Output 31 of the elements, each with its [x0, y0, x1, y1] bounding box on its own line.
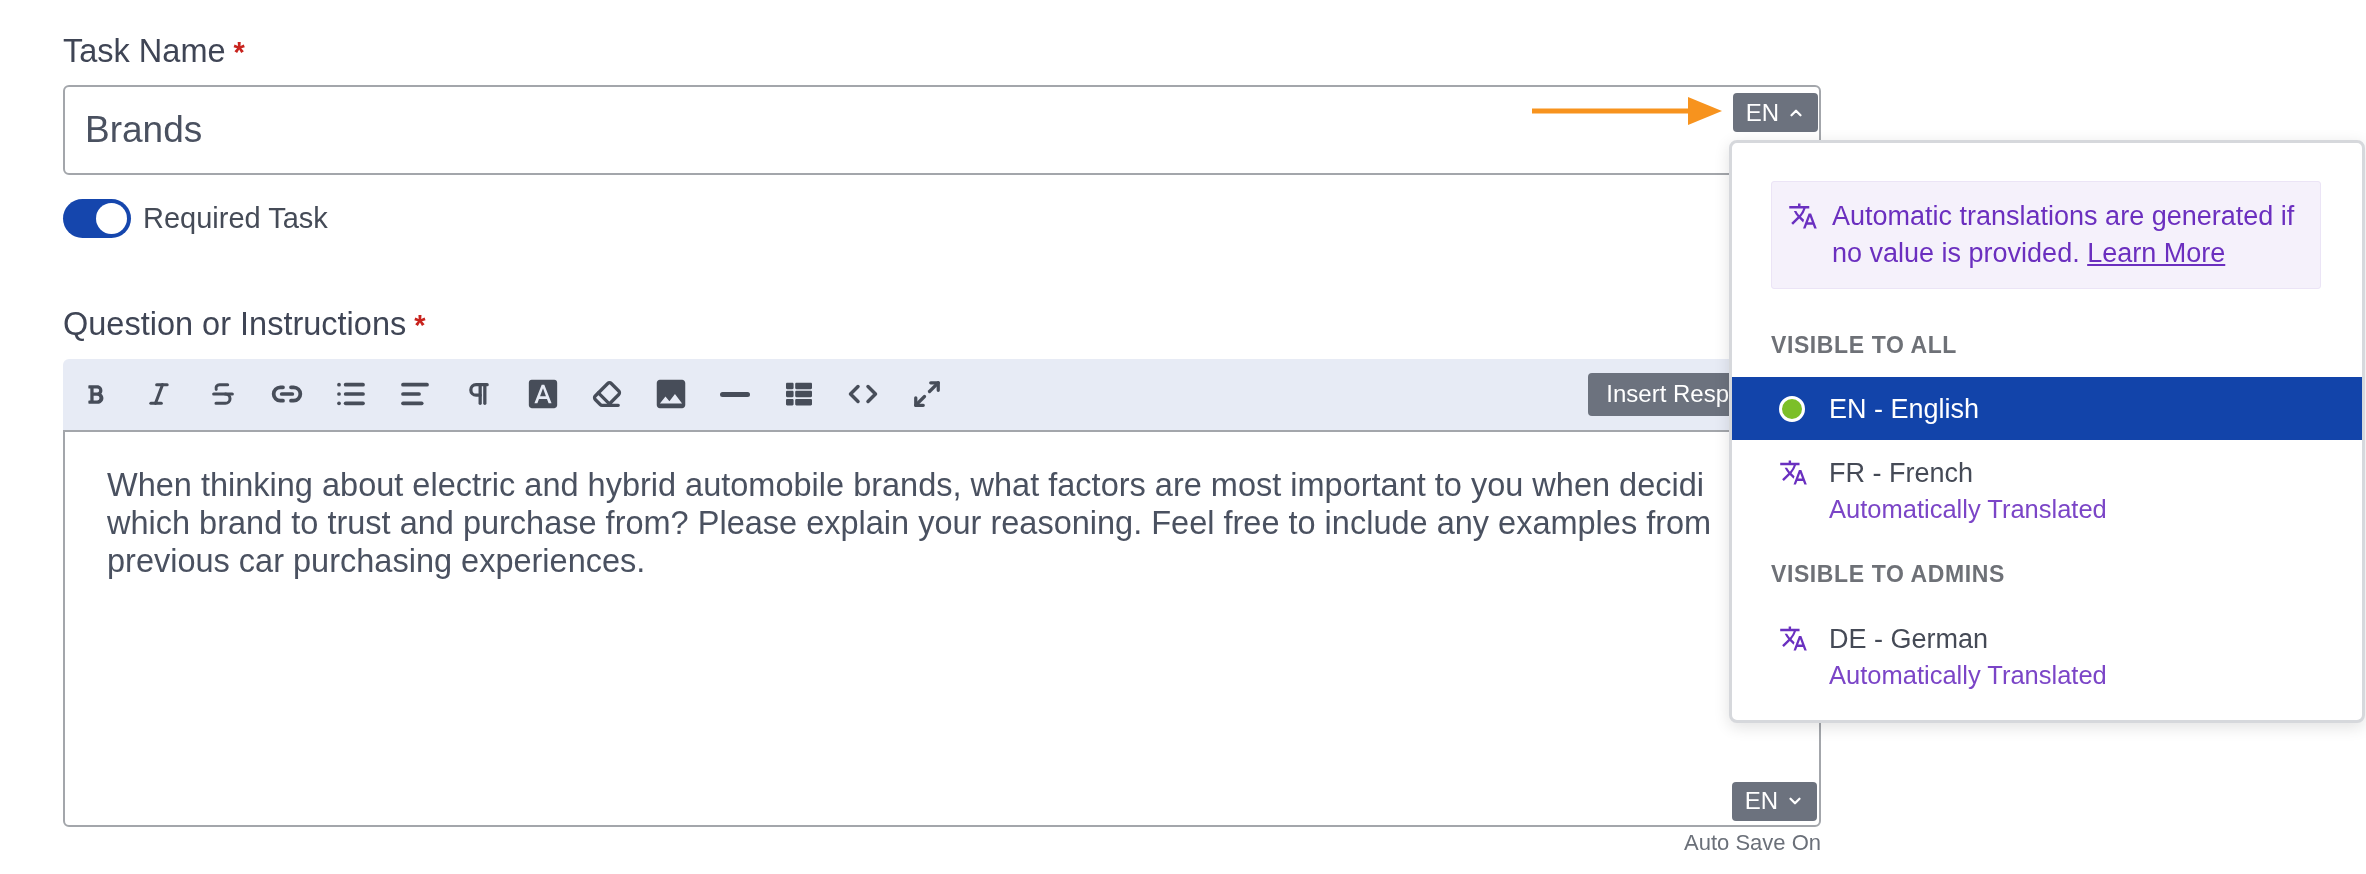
translation-status: Automatically Translated: [1829, 660, 2107, 691]
required-task-toggle[interactable]: [63, 199, 131, 239]
letter-a-tile-icon: [526, 377, 560, 411]
group-heading: VISIBLE TO ADMINS: [1770, 560, 2006, 588]
group-heading: VISIBLE TO ALL: [1770, 331, 1959, 359]
language-button[interactable]: EN: [1731, 781, 1817, 821]
language-button[interactable]: EN: [1732, 93, 1818, 132]
question-text: When thinking about electric and hybrid automobile brands, what factors are most important to you when decidi which brand to trust and purchase from? Please explain your reasoning. Feel free to include any examples from previous car purchasing experiences.: [107, 465, 1712, 580]
task-name-input[interactable]: Brands EN: [63, 85, 1821, 175]
language-name: DE - German: [1829, 623, 1990, 655]
eraser-icon: [592, 379, 622, 409]
required-asterisk: *: [414, 307, 426, 343]
translate-icon: [1779, 458, 1808, 487]
field-label: Question or Instructions: [63, 305, 407, 342]
required-asterisk: *: [233, 35, 245, 70]
auto-save-status: Auto Save On: [1684, 829, 1821, 856]
learn-more-link[interactable]: Learn More: [2087, 238, 2226, 268]
language-option[interactable]: EN - English: [1732, 377, 2362, 440]
language-option[interactable]: FR - French Automatically Translated: [1732, 440, 2362, 539]
translation-status: Automatically Translated: [1829, 494, 2107, 525]
notice-text: Automatic translations are generated if no value is provided. Learn More: [1832, 200, 2296, 270]
language-name: FR - French: [1829, 457, 1975, 489]
toggle-label: Required Task: [143, 201, 328, 236]
expand-icon: [912, 379, 942, 409]
translate-icon: [1779, 624, 1808, 653]
insert-button[interactable]: Insert Resp: [1588, 372, 1729, 416]
translate-icon: [1788, 201, 1818, 231]
language-option[interactable]: DE - German Automatically Translated: [1732, 606, 2362, 705]
field-label: Task Name: [63, 33, 226, 69]
table-icon: [786, 381, 812, 407]
strikethrough-icon: [209, 380, 237, 408]
